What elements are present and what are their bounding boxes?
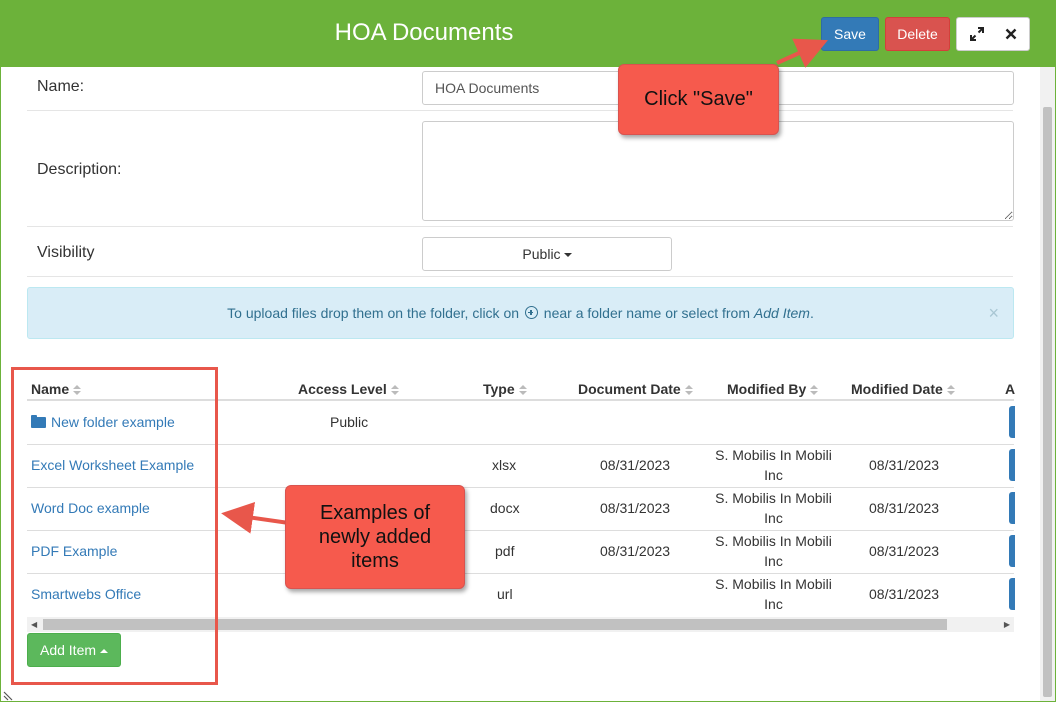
sort-icon (684, 384, 693, 396)
dialog-title: HOA Documents (334, 19, 514, 46)
row-action-button[interactable] (1009, 535, 1015, 567)
plus-circle-icon (524, 306, 538, 319)
cell-modified-by: S. Mobilis In Mobili Inc (715, 490, 832, 526)
column-header-document-date[interactable]: Document Date (578, 381, 693, 397)
description-label: Description: (37, 161, 122, 178)
expand-icon[interactable] (959, 18, 995, 50)
cell-type: docx (490, 500, 520, 516)
save-button[interactable]: Save (821, 17, 879, 51)
info-text-middle: near a folder name or select from (543, 305, 751, 321)
info-add-item-emphasis: Add Item (753, 305, 810, 321)
column-header-actions[interactable]: A (1005, 381, 1015, 397)
vertical-scroll-thumb[interactable] (1043, 107, 1052, 697)
info-period: . (809, 305, 814, 321)
items-callout: Examples of newly added items (285, 485, 465, 589)
row-action-button[interactable] (1009, 406, 1015, 438)
cell-access-level: Public (330, 414, 369, 430)
row-action-button[interactable] (1009, 449, 1015, 481)
visibility-value: Public (522, 246, 561, 262)
cell-document-date: 08/31/2023 (600, 543, 671, 559)
column-header-modified-by[interactable]: Modified By (727, 381, 819, 397)
divider (27, 276, 1013, 277)
hoa-documents-dialog: HOA Documents Save Delete Name: Descript… (0, 0, 1056, 702)
visibility-label: Visibility (37, 244, 95, 261)
cell-modified-date: 08/31/2023 (869, 500, 940, 516)
divider (27, 226, 1013, 227)
vertical-scrollbar[interactable] (1040, 67, 1055, 701)
row-action-button[interactable] (1009, 578, 1015, 610)
cell-modified-by: S. Mobilis In Mobili Inc (715, 447, 832, 483)
cell-modified-date: 08/31/2023 (869, 586, 940, 602)
row-action-button[interactable] (1009, 492, 1015, 524)
sort-icon (946, 384, 955, 396)
window-controls (956, 17, 1030, 51)
delete-button[interactable]: Delete (885, 17, 950, 51)
sort-icon (390, 384, 399, 396)
resize-grip-icon[interactable] (3, 689, 15, 701)
caret-down-icon (563, 253, 572, 258)
scroll-right-icon[interactable]: ▶ (1004, 617, 1010, 632)
cell-document-date: 08/31/2023 (600, 457, 671, 473)
description-textarea[interactable] (422, 121, 1014, 221)
column-header-type[interactable]: Type (483, 381, 527, 397)
close-icon[interactable] (993, 18, 1029, 50)
column-header-modified-date[interactable]: Modified Date (851, 381, 955, 397)
cell-modified-date: 08/31/2023 (869, 457, 940, 473)
column-header-access-level[interactable]: Access Level (298, 381, 399, 397)
sort-icon (810, 384, 819, 396)
divider (27, 110, 1013, 111)
cell-modified-by: S. Mobilis In Mobili Inc (715, 576, 832, 612)
cell-type: url (497, 586, 513, 602)
cell-type: xlsx (492, 457, 517, 473)
close-alert-icon[interactable]: × (988, 288, 999, 338)
cell-modified-date: 08/31/2023 (869, 543, 940, 559)
sort-icon (518, 384, 527, 396)
cell-modified-by: S. Mobilis In Mobili Inc (715, 533, 832, 569)
name-label: Name: (37, 78, 85, 95)
visibility-dropdown[interactable]: Public (422, 237, 672, 271)
dialog-header: HOA Documents Save Delete (1, 1, 1055, 67)
upload-info-alert: To upload files drop them on the folder,… (27, 287, 1014, 339)
items-arrow (221, 501, 290, 534)
cell-type: pdf (495, 543, 515, 559)
highlight-box (11, 367, 218, 685)
cell-document-date: 08/31/2023 (600, 500, 671, 516)
save-callout: Click "Save" (618, 64, 779, 135)
info-text-start: To upload files drop them on the folder,… (227, 305, 520, 321)
